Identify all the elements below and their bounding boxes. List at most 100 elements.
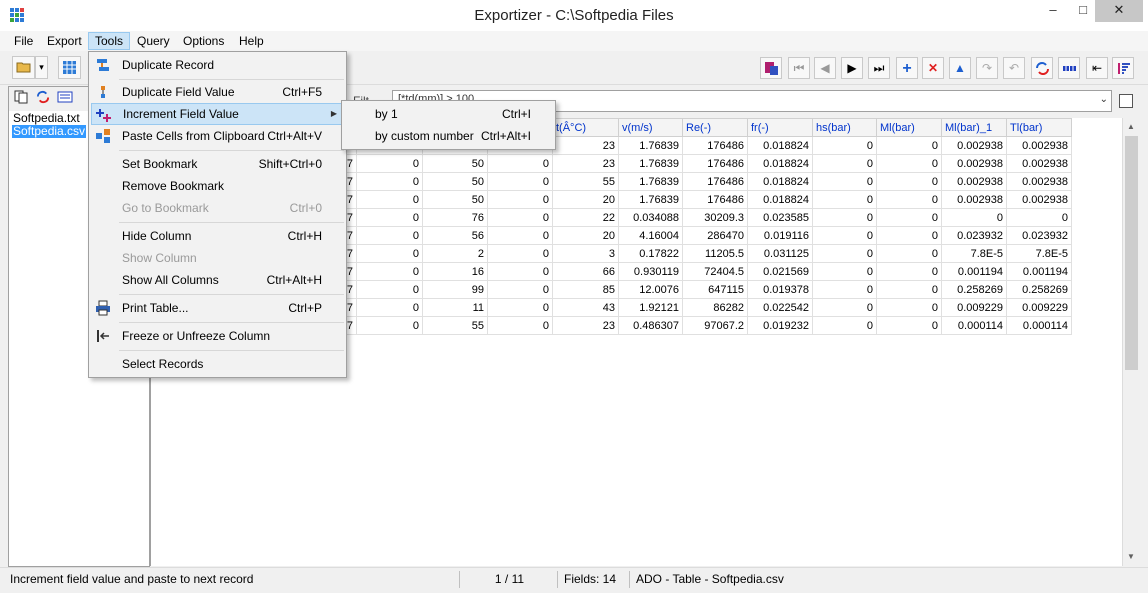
table-cell[interactable]: 0.002938 [1006,136,1072,155]
table-cell[interactable]: 0.258269 [941,280,1007,299]
minimize-button[interactable]: – [1038,0,1068,22]
table-cell[interactable]: 0.021569 [747,262,813,281]
table-cell[interactable]: 0 [487,226,553,245]
table-cell[interactable]: 0.002938 [941,136,1007,155]
table-cell[interactable]: 0.002938 [1006,154,1072,173]
table-cell[interactable]: 11205.5 [682,244,748,263]
table-cell[interactable]: 176486 [682,190,748,209]
table-cell[interactable]: 0 [487,190,553,209]
table-cell[interactable]: 176486 [682,136,748,155]
post-button[interactable]: ↷ [976,57,998,79]
table-cell[interactable]: 0 [876,280,942,299]
menu-item-freeze-column[interactable]: Freeze or Unfreeze Column [91,325,344,347]
table-cell[interactable]: 0 [876,172,942,191]
table-cell[interactable]: 4.16004 [618,226,683,245]
menu-help[interactable]: Help [232,32,271,50]
table-cell[interactable]: 0 [876,262,942,281]
table-cell[interactable]: 97067.2 [682,316,748,335]
table-cell[interactable]: 0.018824 [747,154,813,173]
table-cell[interactable]: 0 [812,154,877,173]
table-cell[interactable]: 0 [487,244,553,263]
grid-view-button[interactable] [58,56,81,79]
table-cell[interactable]: 0.258269 [1006,280,1072,299]
table-cell[interactable]: 0.17822 [618,244,683,263]
table-cell[interactable]: 0.009229 [1006,298,1072,317]
table-cell[interactable]: 0 [487,172,553,191]
freeze-column-button[interactable]: ⇤ [1086,57,1108,79]
menu-item-remove-bookmark[interactable]: Remove Bookmark [91,175,344,197]
columns-button[interactable] [1058,57,1080,79]
copy-file-button[interactable] [11,90,31,108]
table-cell[interactable]: 0.019232 [747,316,813,335]
menu-item-hide-column[interactable]: Hide Column Ctrl+H [91,225,344,247]
table-cell[interactable]: 0 [356,298,423,317]
table-cell[interactable]: 76 [422,208,488,227]
open-button[interactable] [12,56,35,79]
column-header[interactable]: hs(bar) [812,118,877,137]
table-cell[interactable]: 0.486307 [618,316,683,335]
column-header[interactable]: Ml(bar)_1 [941,118,1007,137]
table-cell[interactable]: 0.018824 [747,136,813,155]
scroll-down-icon[interactable]: ▼ [1127,552,1135,561]
menu-item-duplicate-field-value[interactable]: Duplicate Field Value Ctrl+F5 [91,81,344,103]
table-cell[interactable]: 50 [422,154,488,173]
table-cell[interactable]: 0.023585 [747,208,813,227]
table-cell[interactable]: 0.002938 [941,190,1007,209]
table-cell[interactable]: 0 [812,208,877,227]
table-cell[interactable]: 0 [487,298,553,317]
submenu-item-by-1[interactable]: by 1 Ctrl+I [344,103,553,125]
table-cell[interactable]: 0.002938 [941,172,1007,191]
close-button[interactable]: ✕ [1095,0,1143,22]
menu-item-set-bookmark[interactable]: Set Bookmark Shift+Ctrl+0 [91,153,344,175]
table-cell[interactable]: 0 [812,190,877,209]
table-cell[interactable]: 0 [812,226,877,245]
table-cell[interactable]: 0.001194 [941,262,1007,281]
table-cell[interactable]: 1.92121 [618,298,683,317]
table-cell[interactable]: 66 [552,262,619,281]
column-header[interactable]: Tl(bar) [1006,118,1072,137]
submenu-item-by-custom-number[interactable]: by custom number Ctrl+Alt+I [344,125,553,147]
table-cell[interactable]: 0 [876,154,942,173]
table-cell[interactable]: 0.000114 [1006,316,1072,335]
next-record-button[interactable]: ▶ [841,57,863,79]
table-cell[interactable]: 11 [422,298,488,317]
menu-item-select-records[interactable]: Select Records [91,353,344,375]
table-cell[interactable]: 56 [422,226,488,245]
menu-file[interactable]: File [7,32,40,50]
table-cell[interactable]: 12.0076 [618,280,683,299]
table-cell[interactable]: 0 [487,262,553,281]
table-cell[interactable]: 0 [487,280,553,299]
menu-options[interactable]: Options [176,32,231,50]
delete-record-button[interactable]: ✕ [922,57,944,79]
table-cell[interactable]: 0.023932 [941,226,1007,245]
open-dropdown-button[interactable]: ▾ [35,56,48,79]
table-cell[interactable]: 0 [812,262,877,281]
table-cell[interactable]: 1.76839 [618,154,683,173]
table-cell[interactable]: 0 [876,316,942,335]
scroll-up-icon[interactable]: ▲ [1127,122,1135,131]
table-cell[interactable]: 0 [812,298,877,317]
table-cell[interactable]: 0.018824 [747,172,813,191]
table-cell[interactable]: 30209.3 [682,208,748,227]
table-cell[interactable]: 3 [552,244,619,263]
table-cell[interactable]: 0 [487,154,553,173]
table-cell[interactable]: 176486 [682,172,748,191]
table-cell[interactable]: 0 [812,172,877,191]
table-cell[interactable]: 72404.5 [682,262,748,281]
column-header[interactable]: fr(-) [747,118,813,137]
table-cell[interactable]: 7.8E-5 [941,244,1007,263]
column-header[interactable]: v(m/s) [618,118,683,137]
table-cell[interactable]: 1.76839 [618,190,683,209]
scroll-thumb[interactable] [1125,136,1138,370]
table-cell[interactable]: 0.000114 [941,316,1007,335]
filter-dropdown-icon[interactable]: ⌄ [1100,94,1108,105]
table-cell[interactable]: 0.001194 [1006,262,1072,281]
edit-record-button[interactable]: ▲ [949,57,971,79]
column-header[interactable]: t(Â°C) [552,118,619,137]
table-cell[interactable]: 20 [552,190,619,209]
table-cell[interactable]: 0.031125 [747,244,813,263]
table-cell[interactable]: 50 [422,172,488,191]
table-cell[interactable]: 0.023932 [1006,226,1072,245]
table-cell[interactable]: 0 [487,208,553,227]
table-cell[interactable]: 0.019116 [747,226,813,245]
